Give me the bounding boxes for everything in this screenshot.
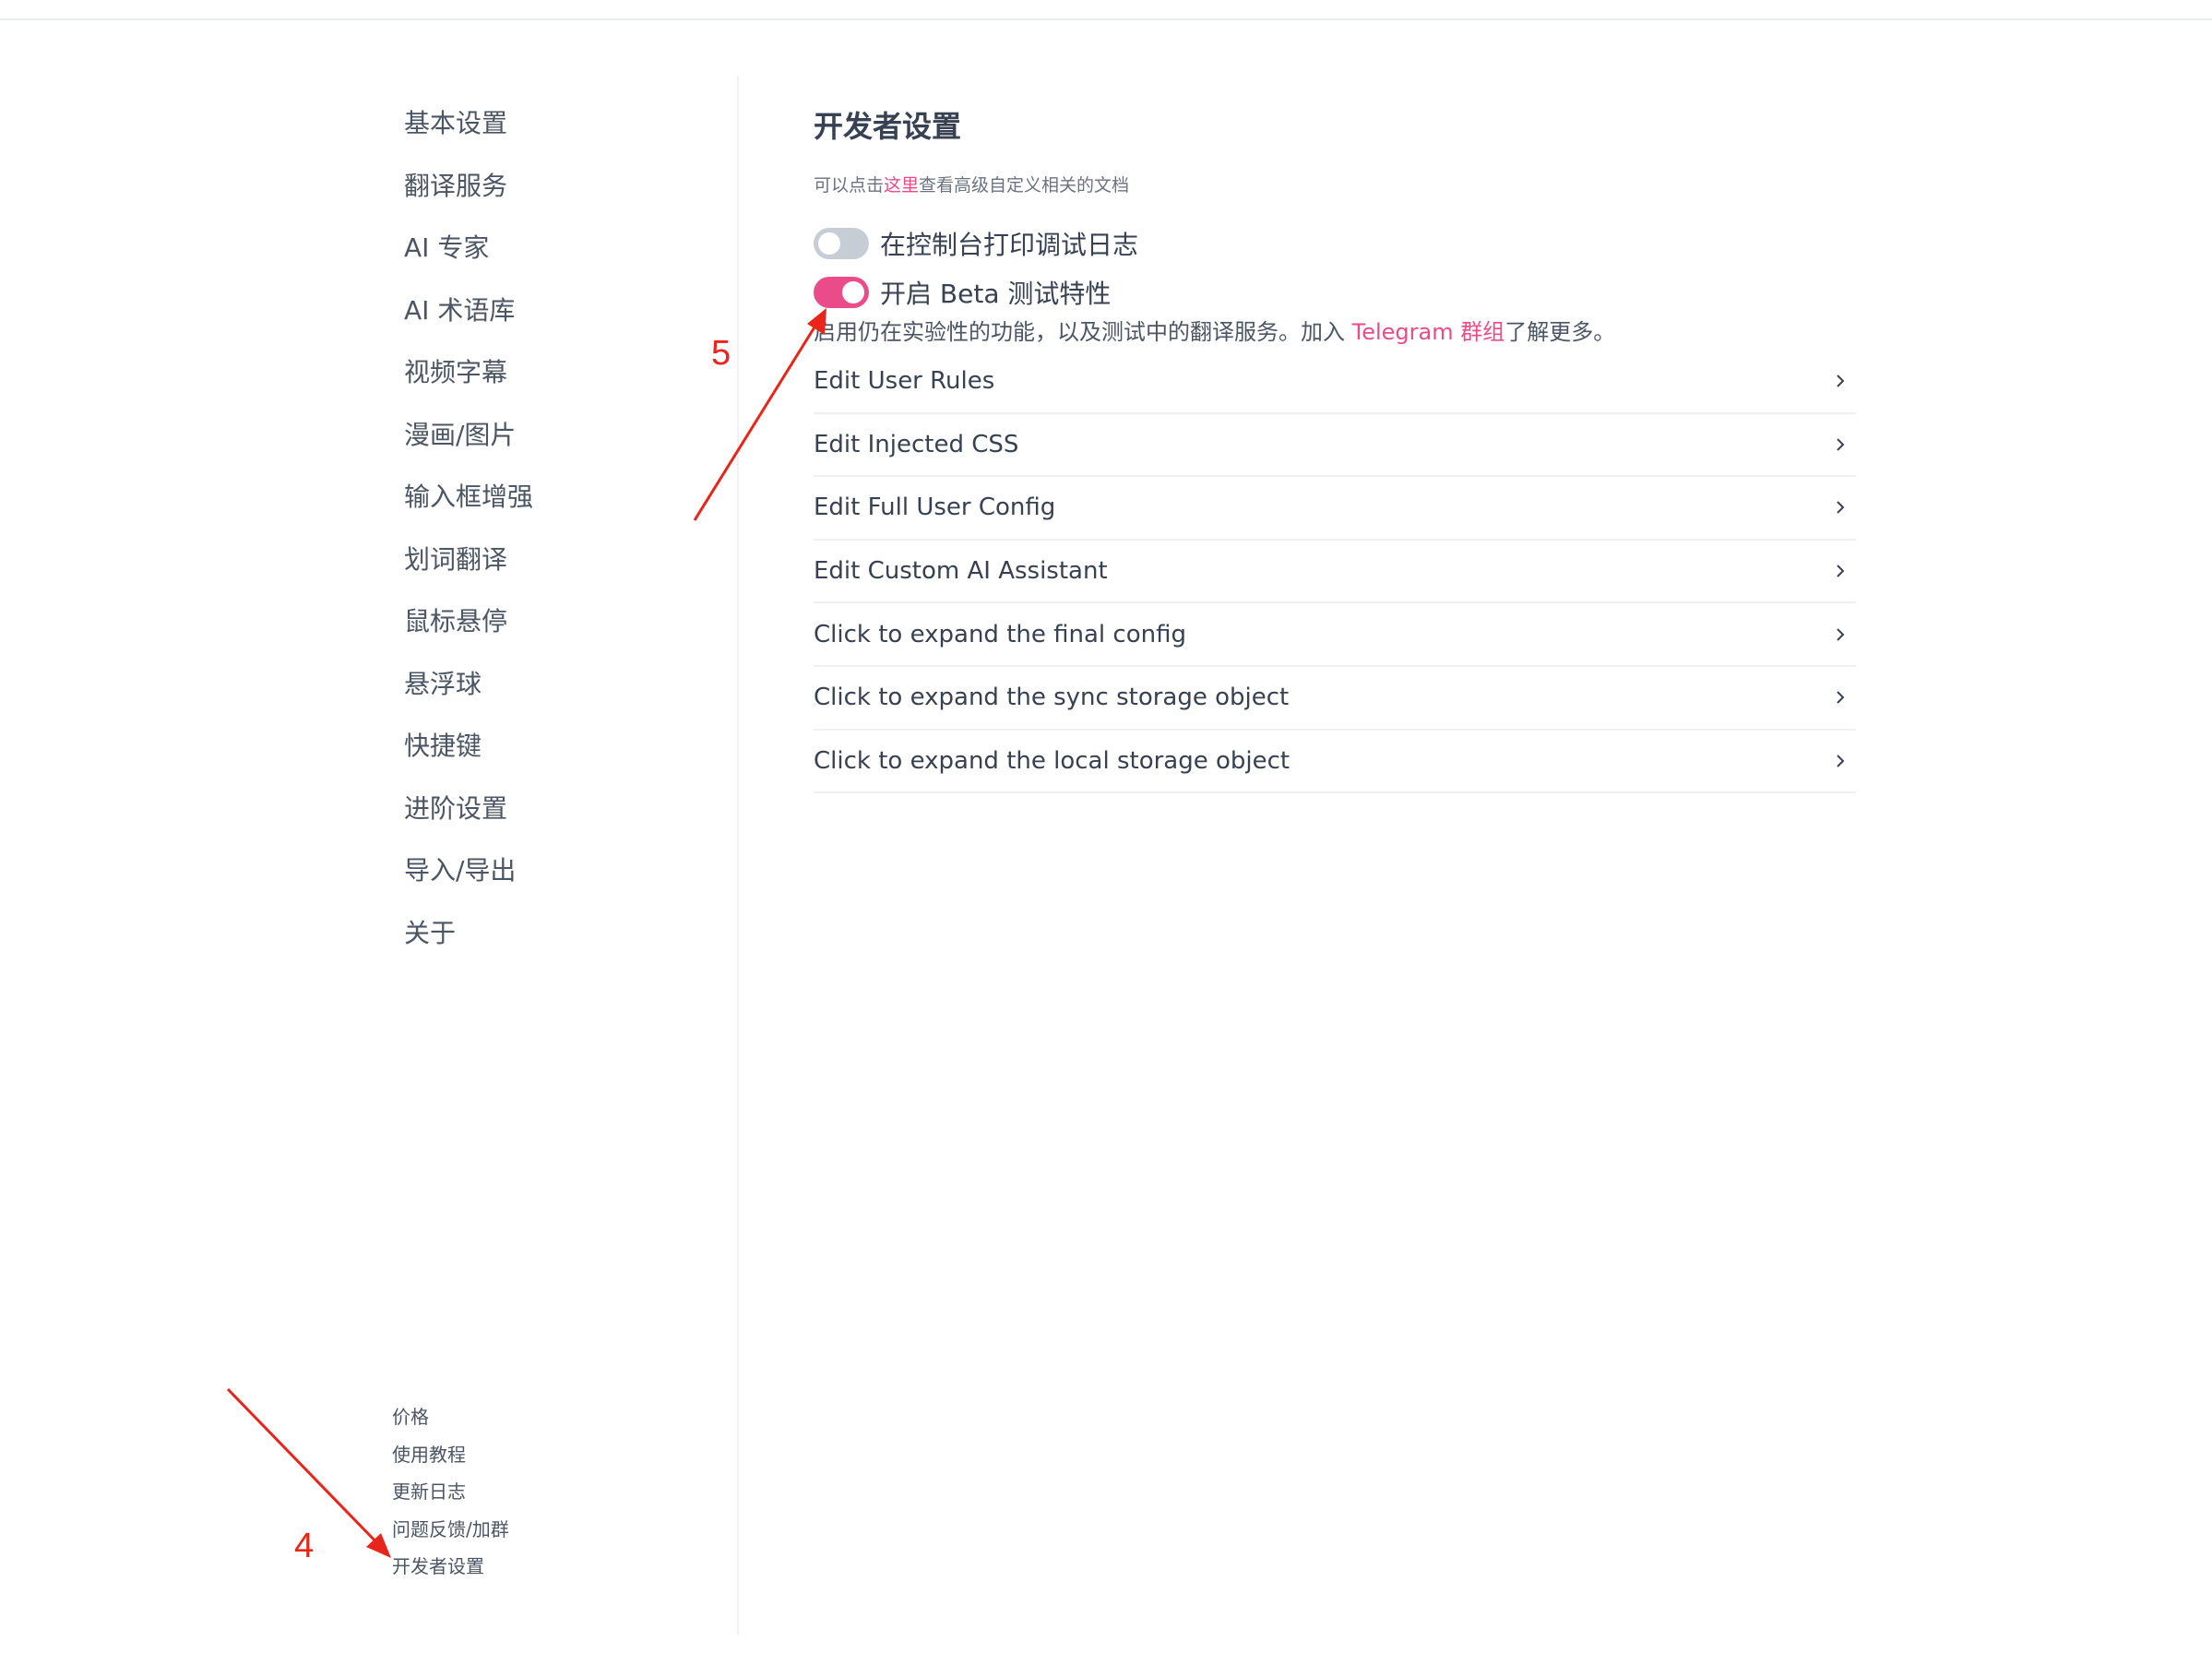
row-label: Click to expand the final config <box>814 620 1186 648</box>
row-edit-full-user-config[interactable]: Edit Full User Config <box>814 477 1856 541</box>
sidebar-item-input-enhance[interactable]: 输入框增强 <box>404 475 533 538</box>
sidebar-item-basic-settings[interactable]: 基本设置 <box>404 101 533 164</box>
footer-link-developer-settings[interactable]: 开发者设置 <box>392 1550 509 1588</box>
annotation-step-4: 4 <box>294 1527 315 1565</box>
sidebar-nav: 基本设置 翻译服务 AI 专家 AI 术语库 视频字幕 漫画/图片 输入框增强 … <box>404 101 533 973</box>
sidebar-item-mouse-hover[interactable]: 鼠标悬停 <box>404 600 533 662</box>
sidebar-item-manga-images[interactable]: 漫画/图片 <box>404 413 533 476</box>
page-title: 开发者设置 <box>814 109 962 144</box>
row-label: Edit Full User Config <box>814 494 1056 522</box>
sidebar-item-ai-glossary[interactable]: AI 术语库 <box>404 289 533 351</box>
toggle-row-debug-log: 在控制台打印调试日志 <box>814 225 1138 262</box>
beta-desc-prefix: 启用仍在实验性的功能，以及测试中的翻译服务。加入 <box>814 319 1352 345</box>
doc-hint-prefix: 可以点击 <box>814 175 885 196</box>
beta-desc-suffix: 了解更多。 <box>1504 319 1616 345</box>
row-label: Edit Injected CSS <box>814 430 1019 458</box>
doc-hint-suffix: 查看高级自定义相关的文档 <box>919 175 1130 196</box>
row-edit-injected-css[interactable]: Edit Injected CSS <box>814 414 1856 478</box>
footer-link-changelog[interactable]: 更新日志 <box>392 1475 509 1513</box>
chevron-right-icon <box>1837 438 1845 451</box>
chevron-right-icon <box>1837 375 1845 388</box>
debug-log-toggle[interactable] <box>814 228 869 259</box>
telegram-group-link[interactable]: Telegram 群组 <box>1352 319 1505 345</box>
beta-features-toggle[interactable] <box>814 277 869 308</box>
doc-hint-link[interactable]: 这里 <box>884 175 919 196</box>
chevron-right-icon <box>1837 627 1845 641</box>
row-expand-local-storage[interactable]: Click to expand the local storage object <box>814 731 1856 794</box>
sidebar-item-about[interactable]: 关于 <box>404 911 533 974</box>
sidebar-item-ai-expert[interactable]: AI 专家 <box>404 226 533 289</box>
chevron-right-icon <box>1837 565 1845 577</box>
sidebar-item-shortcuts[interactable]: 快捷键 <box>404 724 533 787</box>
doc-hint: 可以点击这里查看高级自定义相关的文档 <box>814 172 1129 196</box>
row-edit-custom-ai-assistant[interactable]: Edit Custom AI Assistant <box>814 541 1856 604</box>
chevron-right-icon <box>1837 691 1845 704</box>
row-expand-sync-storage[interactable]: Click to expand the sync storage object <box>814 667 1856 731</box>
sidebar-item-translation-services[interactable]: 翻译服务 <box>404 164 533 227</box>
sidebar-item-advanced[interactable]: 进阶设置 <box>404 787 533 850</box>
beta-description: 启用仍在实验性的功能，以及测试中的翻译服务。加入 Telegram 群组了解更多… <box>814 314 1615 346</box>
row-expand-final-config[interactable]: Click to expand the final config <box>814 603 1856 667</box>
toggle-row-beta: 开启 Beta 测试特性 <box>814 274 1111 311</box>
toggle-knob <box>842 281 864 303</box>
row-edit-user-rules[interactable]: Edit User Rules <box>814 351 1856 414</box>
sidebar-item-selection-translate[interactable]: 划词翻译 <box>404 538 533 601</box>
sidebar-item-import-export[interactable]: 导入/导出 <box>404 849 533 911</box>
sidebar-divider <box>737 76 739 1635</box>
row-label: Edit Custom AI Assistant <box>814 557 1108 586</box>
sidebar-footer-links: 价格 使用教程 更新日志 问题反馈/加群 开发者设置 <box>392 1400 509 1588</box>
row-label: Click to expand the local storage object <box>814 746 1290 775</box>
footer-link-tutorial[interactable]: 使用教程 <box>392 1438 509 1476</box>
beta-features-label: 开启 Beta 测试特性 <box>880 279 1112 309</box>
chevron-right-icon <box>1837 501 1845 515</box>
developer-settings-list: Edit User Rules Edit Injected CSS Edit F… <box>814 351 1856 794</box>
footer-link-pricing[interactable]: 价格 <box>392 1400 509 1438</box>
sidebar-item-floating-ball[interactable]: 悬浮球 <box>404 662 533 725</box>
toggle-knob <box>818 232 840 255</box>
annotation-step-5: 5 <box>711 334 731 373</box>
row-label: Edit User Rules <box>814 367 995 396</box>
sidebar-item-video-subtitles[interactable]: 视频字幕 <box>404 351 533 413</box>
row-label: Click to expand the sync storage object <box>814 684 1290 712</box>
debug-log-label: 在控制台打印调试日志 <box>880 230 1139 260</box>
sidebar: 基本设置 翻译服务 AI 专家 AI 术语库 视频字幕 漫画/图片 输入框增强 … <box>0 0 738 1653</box>
chevron-right-icon <box>1837 755 1845 767</box>
footer-link-feedback[interactable]: 问题反馈/加群 <box>392 1513 509 1551</box>
